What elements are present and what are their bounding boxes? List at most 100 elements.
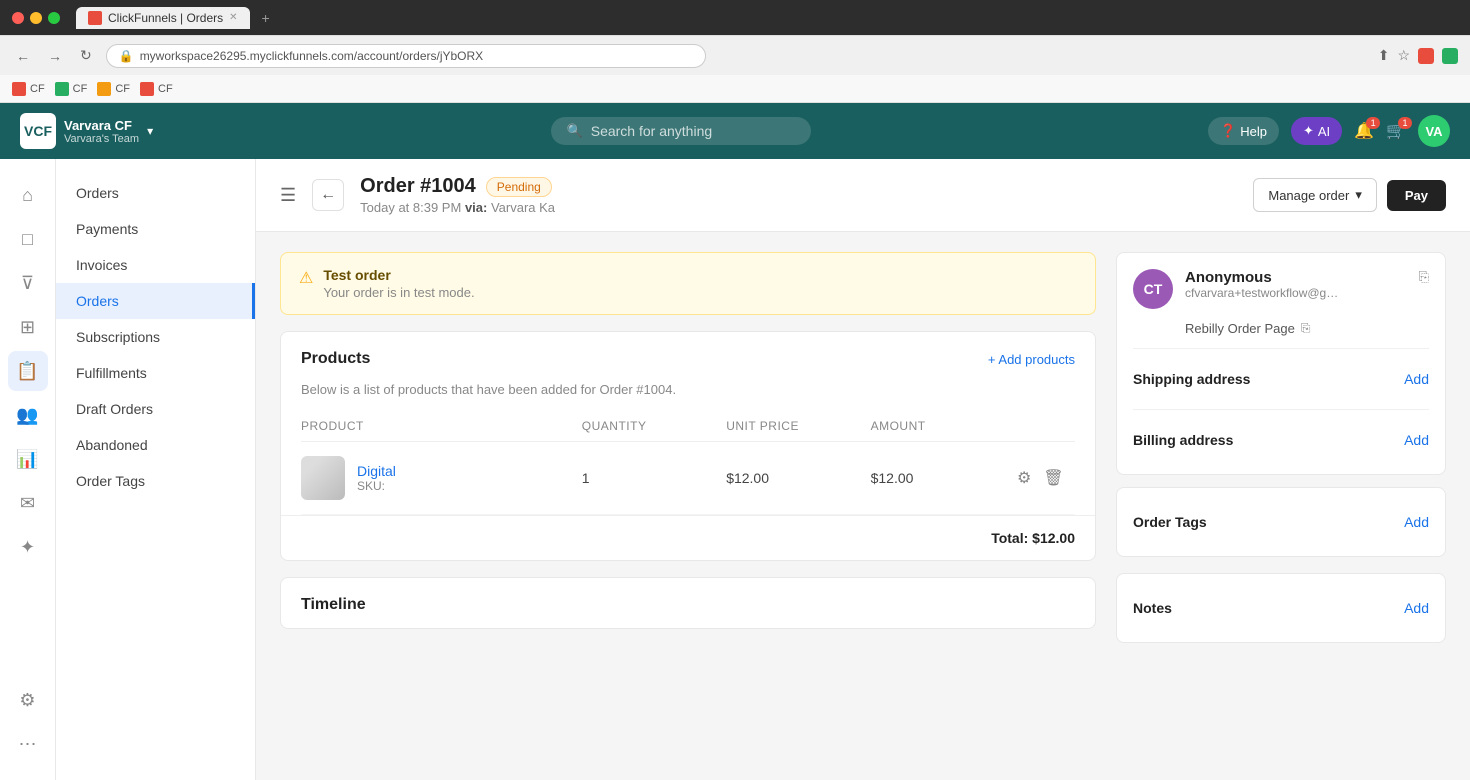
nav-item-subscriptions[interactable]: Subscriptions	[56, 319, 255, 355]
search-placeholder: Search for anything	[591, 123, 712, 139]
back-button[interactable]: ←	[312, 179, 344, 211]
sidebar-analytics-button[interactable]: 📊	[8, 439, 48, 479]
fullscreen-dot[interactable]	[48, 12, 60, 24]
shipping-add-link[interactable]: Add	[1404, 371, 1429, 387]
customer-section: CT Anonymous cfvarvara+testworkflow@gmai…	[1133, 269, 1429, 309]
nav-item-draft-orders[interactable]: Draft Orders	[56, 391, 255, 427]
notification-badge: 1	[1366, 117, 1380, 129]
bookmark-cf[interactable]: CF	[12, 82, 45, 96]
content-body: ⚠ Test order Your order is in test mode.…	[256, 232, 1470, 663]
nav-item-orders-top[interactable]: Orders	[56, 175, 255, 211]
product-row-actions: ⚙ 🗑	[1015, 466, 1075, 490]
pay-button[interactable]: Pay	[1387, 180, 1446, 211]
url-bar[interactable]: 🔒 myworkspace26295.myclickfunnels.com/ac…	[106, 44, 706, 68]
notes-add-link[interactable]: Add	[1404, 600, 1429, 616]
order-info: Order #1004 Pending Today at 8:39 PM via…	[360, 175, 1237, 215]
tab-close-button[interactable]: ✕	[229, 12, 237, 23]
products-total: Total: $12.00	[281, 515, 1095, 560]
cf-extension-icon[interactable]	[1418, 48, 1434, 64]
sidebar-affiliates-button[interactable]: ✦	[8, 527, 48, 567]
warning-icon: ⚠	[299, 268, 313, 300]
bookmark-cf2[interactable]: CF	[55, 82, 88, 96]
product-settings-button[interactable]: ⚙	[1015, 466, 1033, 490]
products-subtitle: Below is a list of products that have be…	[281, 382, 1095, 411]
sidebar-funnel-button[interactable]: ⊽	[8, 263, 48, 303]
notes-card: Notes Add	[1116, 573, 1446, 643]
share-button[interactable]: ⬆	[1378, 47, 1390, 64]
manage-order-button[interactable]: Manage order ▾	[1253, 178, 1376, 212]
products-card: Products + Add products Below is a list …	[280, 331, 1096, 561]
products-table: Product Quantity Unit Price Amount	[281, 411, 1095, 515]
workspace-dropdown[interactable]: ▾	[147, 124, 153, 138]
top-navigation: VCF Varvara CF Varvara's Team ▾ 🔍 Search…	[0, 103, 1470, 159]
user-avatar[interactable]: VA	[1418, 115, 1450, 147]
billing-add-link[interactable]: Add	[1404, 432, 1429, 448]
manage-label: Manage order	[1268, 188, 1349, 203]
add-products-button[interactable]: + Add products	[988, 352, 1075, 367]
sidebar-home-button[interactable]: ⌂	[8, 175, 48, 215]
sidebar-contacts-button[interactable]: 👥	[8, 395, 48, 435]
nav-item-invoices[interactable]: Invoices	[56, 247, 255, 283]
order-title: Order #1004	[360, 175, 476, 198]
search-bar: 🔍 Search for anything	[169, 117, 1192, 145]
active-tab[interactable]: ClickFunnels | Orders ✕	[76, 7, 250, 29]
hamburger-button[interactable]: ☰	[280, 185, 296, 206]
back-nav-button[interactable]: ←	[12, 46, 34, 66]
tab-title: ClickFunnels | Orders	[108, 11, 223, 25]
notifications-button[interactable]: 🔔 1	[1354, 121, 1374, 141]
customer-source: Rebilly Order Page	[1185, 321, 1295, 336]
nav-item-payments[interactable]: Payments	[56, 211, 255, 247]
order-via: Varvara Ka	[491, 200, 555, 215]
sidebar-store-button[interactable]: □	[8, 219, 48, 259]
ai-button[interactable]: ✦ AI	[1291, 117, 1342, 145]
product-name[interactable]: Digital	[357, 463, 396, 479]
products-title: Products	[301, 350, 370, 368]
timeline-header: Timeline	[281, 578, 1095, 628]
order-date: Today at 8:39 PM	[360, 200, 461, 215]
nav-item-orders[interactable]: Orders	[56, 283, 255, 319]
sidebar-ai-button[interactable]: ⋯	[8, 724, 48, 764]
product-delete-button[interactable]: 🗑	[1041, 466, 1065, 490]
order-tags-section: Order Tags Add	[1133, 504, 1429, 540]
bookmark-cf3[interactable]: CF	[97, 82, 130, 96]
nav-item-abandoned[interactable]: Abandoned	[56, 427, 255, 463]
product-cell: Digital SKU:	[301, 456, 574, 500]
table-row: Digital SKU: 1 $12.00 $12.00 ⚙ 🗑	[301, 442, 1075, 515]
workspace-info: Varvara CF Varvara's Team	[64, 118, 139, 145]
browser-chrome: ClickFunnels | Orders ✕ +	[0, 0, 1470, 35]
add-products-label: + Add products	[988, 352, 1075, 367]
nav-item-order-tags[interactable]: Order Tags	[56, 463, 255, 499]
nav-item-fulfillments[interactable]: Fulfillments	[56, 355, 255, 391]
search-input-wrap[interactable]: 🔍 Search for anything	[551, 117, 811, 145]
help-button[interactable]: ❓ Help	[1208, 117, 1279, 145]
source-link-icon[interactable]: ⎘	[1301, 321, 1311, 336]
sidebar-products-button[interactable]: ⊞	[8, 307, 48, 347]
forward-nav-button[interactable]: →	[44, 46, 66, 66]
customer-name: Anonymous	[1185, 269, 1407, 286]
close-dot[interactable]	[12, 12, 24, 24]
products-card-header: Products + Add products	[281, 332, 1095, 382]
help-label: Help	[1240, 124, 1267, 139]
col-actions	[1015, 419, 1075, 433]
product-sku: SKU:	[357, 479, 396, 493]
sidebar-settings-button[interactable]: ⚙	[8, 680, 48, 720]
order-tags-add-link[interactable]: Add	[1404, 514, 1429, 530]
pay-label: Pay	[1405, 188, 1428, 203]
product-image-placeholder	[301, 456, 345, 500]
grammarly-icon[interactable]	[1442, 48, 1458, 64]
customer-source-row: Rebilly Order Page ⎘	[1133, 321, 1429, 336]
reload-button[interactable]: ↻	[76, 45, 96, 66]
new-tab-button[interactable]: +	[262, 10, 270, 26]
content-area: ☰ ← Order #1004 Pending Today at 8:39 PM…	[256, 159, 1470, 780]
sidebar-orders-button[interactable]: 📋	[8, 351, 48, 391]
browser-extension-area: ⬆ ☆	[1378, 47, 1458, 64]
copy-email-icon[interactable]: ⎘	[1419, 269, 1429, 285]
cart-button[interactable]: 🛒 1	[1386, 121, 1406, 141]
ai-icon: ✦	[1303, 123, 1314, 139]
sidebar-email-button[interactable]: ✉	[8, 483, 48, 523]
bookmark-cf4[interactable]: CF	[140, 82, 173, 96]
minimize-dot[interactable]	[30, 12, 42, 24]
table-header-row: Product Quantity Unit Price Amount	[301, 411, 1075, 442]
col-amount: Amount	[871, 419, 1007, 433]
bookmark-button[interactable]: ☆	[1397, 47, 1410, 64]
